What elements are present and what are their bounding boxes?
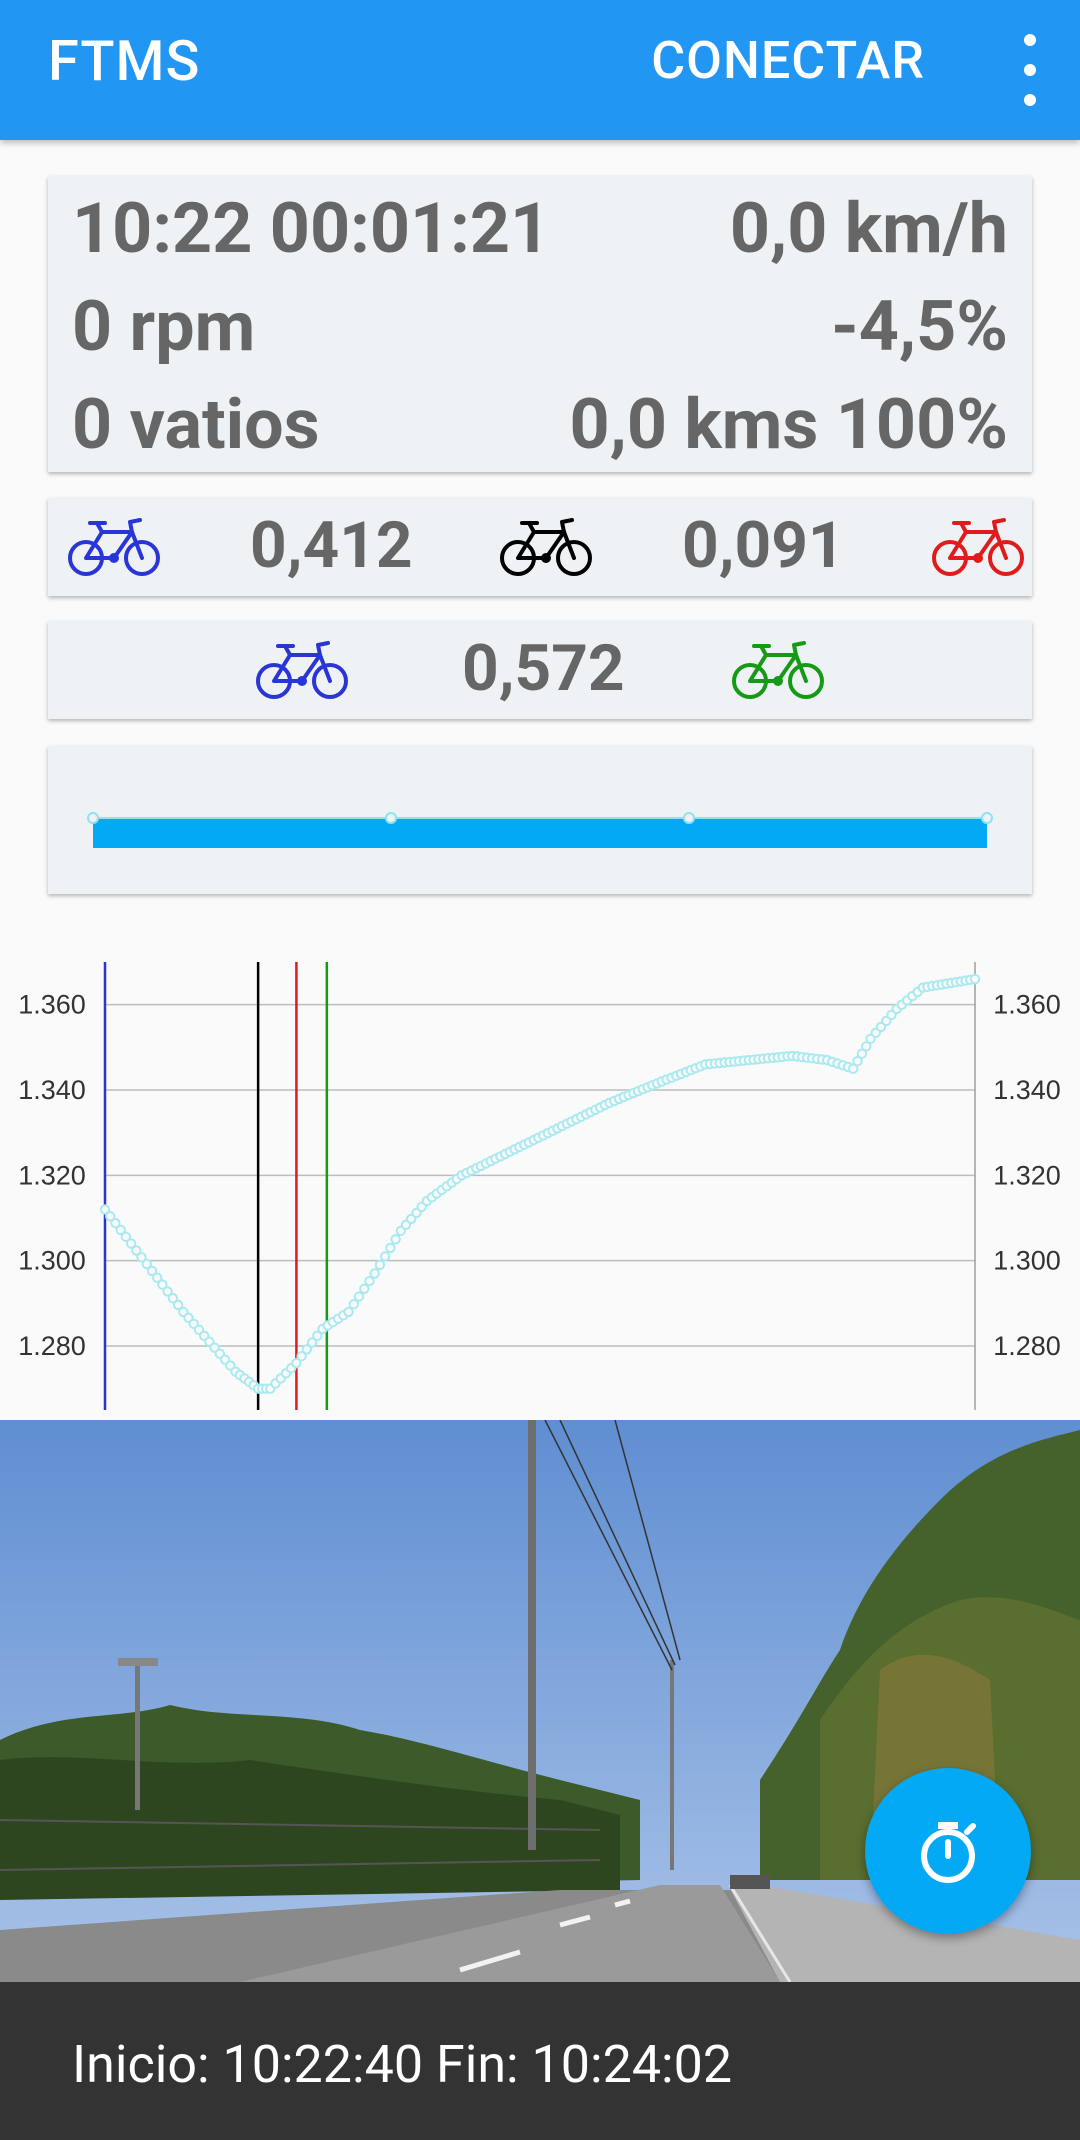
gap-card-1: 0,412 0,091 [48, 498, 1032, 596]
stopwatch-button[interactable] [865, 1768, 1031, 1934]
elevation-point [379, 1251, 391, 1262]
elevation-point [359, 1283, 370, 1294]
bike-icon-black [500, 518, 592, 576]
y-tick-label-right: 1.280 [993, 1331, 1061, 1361]
elevation-point [353, 1291, 365, 1302]
bike-icon-green [732, 641, 824, 699]
progress-card [48, 746, 1032, 894]
y-tick-label-right: 1.300 [993, 1246, 1061, 1276]
y-tick-label-left: 1.300 [18, 1246, 86, 1276]
elevation-point [348, 1299, 359, 1310]
y-tick-label-left: 1.340 [18, 1075, 86, 1105]
app-bar: FTMS CONECTAR [0, 0, 1080, 140]
bike-icon-blue [256, 641, 348, 699]
gap-value-b: 0,091 [682, 508, 845, 583]
elapsed-time: 00:01:21 [269, 188, 551, 270]
elevation-point [374, 1259, 386, 1271]
y-tick-label-right: 1.320 [993, 1160, 1061, 1190]
bike-icon-blue [68, 518, 160, 576]
y-tick-label-right: 1.340 [993, 1075, 1061, 1105]
app-title: FTMS [48, 28, 201, 94]
footer-time-range: Inicio: 10:22:40 Fin: 10:24:02 [72, 2034, 733, 2095]
cadence-value: 0 rpm [72, 286, 256, 368]
route-progress-bar [87, 812, 993, 848]
more-vert-icon[interactable] [1010, 30, 1050, 112]
gap-value-a: 0,412 [250, 508, 413, 583]
elevation-point [390, 1234, 401, 1245]
clock-time: 10:22 [72, 188, 253, 270]
footer-bar: Inicio: 10:22:40 Fin: 10:24:02 [0, 1982, 1080, 2140]
elevation-point [969, 973, 981, 985]
y-tick-label-left: 1.320 [18, 1160, 86, 1190]
connect-button[interactable]: CONECTAR [651, 30, 925, 91]
elevation-point [369, 1268, 380, 1279]
slope-value: -4,5% [831, 286, 1008, 368]
distance-progress-value: 0,0 kms 100% [569, 384, 1008, 466]
elevation-point [343, 1306, 354, 1318]
bike-icon-red [932, 518, 1024, 576]
y-tick-label-left: 1.360 [18, 990, 86, 1020]
gap-card-2: 0,572 [48, 621, 1032, 719]
elevation-point [385, 1242, 396, 1254]
y-tick-label-right: 1.360 [993, 990, 1061, 1020]
clock-elapsed: 10:22 00:01:21 [72, 194, 550, 264]
chart-background [0, 960, 1080, 1420]
speed-value: 0,0 km/h [729, 188, 1008, 270]
y-tick-label-left: 1.280 [18, 1331, 86, 1361]
stopwatch-icon [921, 1822, 976, 1883]
gap-value-c: 0,572 [462, 631, 625, 706]
elevation-chart: 1.360 1.360 1.340 1.340 1.320 1.320 1.300 1.300… [0, 960, 1080, 1420]
power-value: 0 vatios [72, 384, 320, 466]
stats-card: 10:22 00:01:21 0,0 km/h 0 rpm -4,5% 0 va… [48, 176, 1032, 472]
